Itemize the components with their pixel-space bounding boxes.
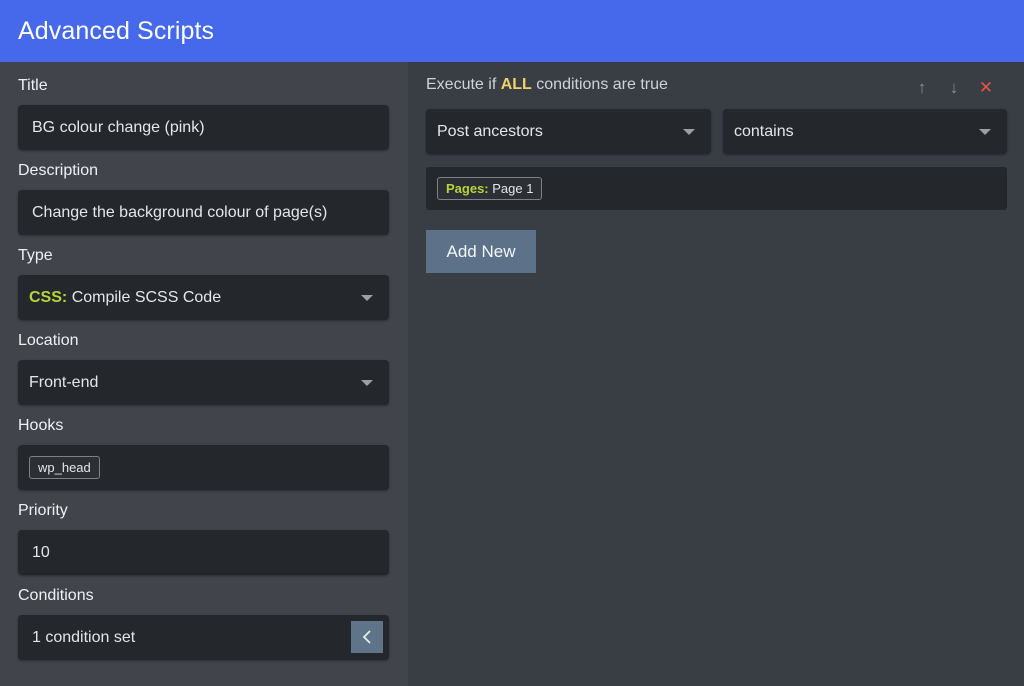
caret-down-icon [979,129,991,135]
hooks-input[interactable]: wp_head [18,445,389,490]
location-label: Location [18,332,79,349]
hooks-field: Hooks wp_head [18,416,389,490]
type-field: Type CSS: Compile SCSS Code [18,246,389,320]
description-label: Description [18,162,99,179]
caret-down-icon [361,380,373,386]
hooks-label: Hooks [18,417,64,434]
condition-field-select[interactable]: Post ancestors [426,109,711,154]
conditions-summary[interactable]: 1 condition set [18,615,389,660]
priority-label: Priority [18,502,68,519]
chevron-left-icon [362,630,371,644]
condition-set-header: Execute if ALL conditions are true [426,76,668,93]
title-field: Title BG colour change (pink) [18,76,389,150]
type-select[interactable]: CSS: Compile SCSS Code [18,275,389,320]
title-label: Title [18,77,48,94]
priority-input[interactable]: 10 [18,530,389,575]
priority-field: Priority 10 [18,501,389,575]
title-input[interactable]: BG colour change (pink) [18,105,389,150]
conditions-panel: Execute if ALL conditions are true ↑ ↓ ✕… [408,62,1024,686]
location-value: Front-end [29,373,99,391]
type-value: Compile SCSS Code [71,288,222,306]
condition-field-value: Post ancestors [437,122,543,140]
description-field: Description Change the background colour… [18,161,389,235]
location-field: Location Front-end [18,331,389,405]
conditions-field: Conditions 1 condition set [18,586,389,660]
condition-value-input[interactable]: Pages: Page 1 [426,167,1007,210]
app-title: Advanced Scripts [18,16,215,45]
condition-operator-value: contains [734,122,794,140]
script-settings-panel: Title BG colour change (pink) Descriptio… [0,62,408,686]
caret-down-icon [361,295,373,301]
hook-tag[interactable]: wp_head [29,456,100,479]
collapse-conditions-button[interactable] [351,621,383,653]
delete-icon[interactable]: ✕ [978,78,994,98]
match-mode-keyword[interactable]: ALL [501,76,532,93]
priority-value: 10 [32,543,50,561]
title-value: BG colour change (pink) [32,118,205,136]
add-new-button[interactable]: Add New [426,230,536,273]
conditions-value: 1 condition set [32,628,136,646]
type-prefix: CSS: [29,288,68,306]
description-value: Change the background colour of page(s) [32,203,328,221]
arrow-up-icon[interactable]: ↑ [914,78,930,98]
description-input[interactable]: Change the background colour of page(s) [18,190,389,235]
caret-down-icon [683,129,695,135]
condition-operator-select[interactable]: contains [723,109,1007,154]
location-select[interactable]: Front-end [18,360,389,405]
conditions-label: Conditions [18,587,94,604]
condition-actions: ↑ ↓ ✕ [914,78,994,98]
app-header: Advanced Scripts [0,0,1024,62]
condition-value-tag[interactable]: Pages: Page 1 [437,177,543,200]
arrow-down-icon[interactable]: ↓ [946,78,962,98]
type-label: Type [18,247,53,264]
